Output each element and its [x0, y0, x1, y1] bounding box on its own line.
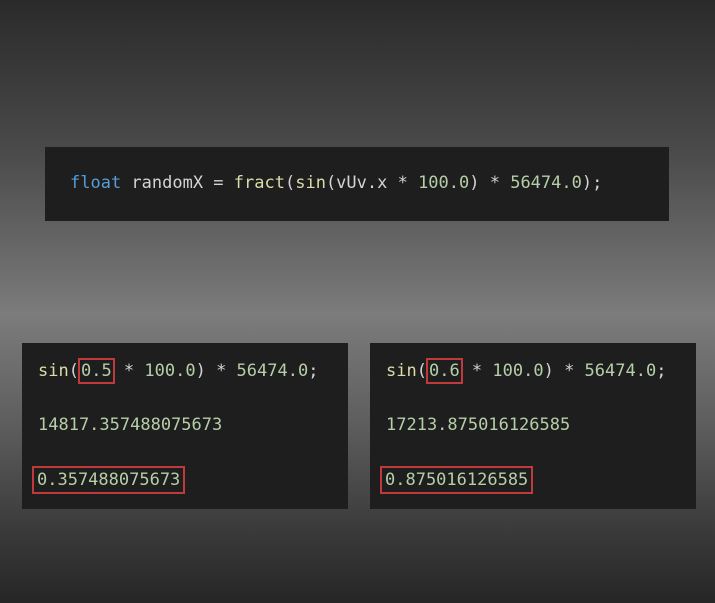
example-panel-left: sin(0.5 * 100.0) * 56474.0; 14817.357488…	[22, 343, 348, 509]
function-fract: fract	[233, 173, 285, 193]
example-fract-row: 0.875016126585	[379, 466, 534, 494]
function-sin: sin	[295, 173, 326, 193]
scale-number: 56474.0	[236, 361, 309, 381]
multiply-operator: *	[113, 361, 145, 381]
highlighted-input: 0.6	[425, 358, 463, 384]
multiplier-number: 100.0	[144, 361, 196, 381]
multiply-operator: *	[461, 361, 493, 381]
highlighted-fract-result: 0.875016126585	[379, 466, 534, 494]
function-sin: sin	[386, 361, 417, 381]
highlighted-fract-result: 0.357488075673	[31, 466, 186, 494]
slide: { "main_code": { "keyword": "float", "va…	[0, 0, 715, 603]
multiply-operator: ) *	[543, 361, 585, 381]
paren-open: (	[68, 361, 79, 381]
scale-number: 56474.0	[510, 173, 582, 193]
semicolon: ;	[656, 361, 667, 381]
multiply-operator: ) *	[195, 361, 237, 381]
sin-argument: (vUv.x *	[325, 173, 419, 193]
paren-open: (	[284, 173, 296, 193]
highlighted-input: 0.5	[77, 358, 115, 384]
scale-number: 56474.0	[584, 361, 657, 381]
semicolon: ;	[308, 361, 319, 381]
paren-open: (	[416, 361, 427, 381]
example-expression: sin(0.5 * 100.0) * 56474.0;	[38, 358, 319, 384]
keyword-float: float	[70, 173, 122, 193]
main-code-panel: float randomX = fract(sin(vUv.x * 100.0)…	[45, 147, 669, 221]
function-sin: sin	[38, 361, 69, 381]
multiplier-number: 100.0	[492, 361, 544, 381]
code-line: float randomX = fract(sin(vUv.x * 100.0)…	[70, 172, 602, 194]
example-expression: sin(0.6 * 100.0) * 56474.0;	[386, 358, 667, 384]
example-product: 17213.875016126585	[386, 415, 571, 435]
variable-declaration: randomX =	[121, 173, 234, 193]
example-product: 14817.357488075673	[38, 415, 223, 435]
example-panel-right: sin(0.6 * 100.0) * 56474.0; 17213.875016…	[370, 343, 696, 509]
multiply-operator: ) *	[469, 173, 511, 193]
multiplier-number: 100.0	[418, 173, 470, 193]
statement-end: );	[581, 173, 603, 193]
example-fract-row: 0.357488075673	[31, 466, 186, 494]
